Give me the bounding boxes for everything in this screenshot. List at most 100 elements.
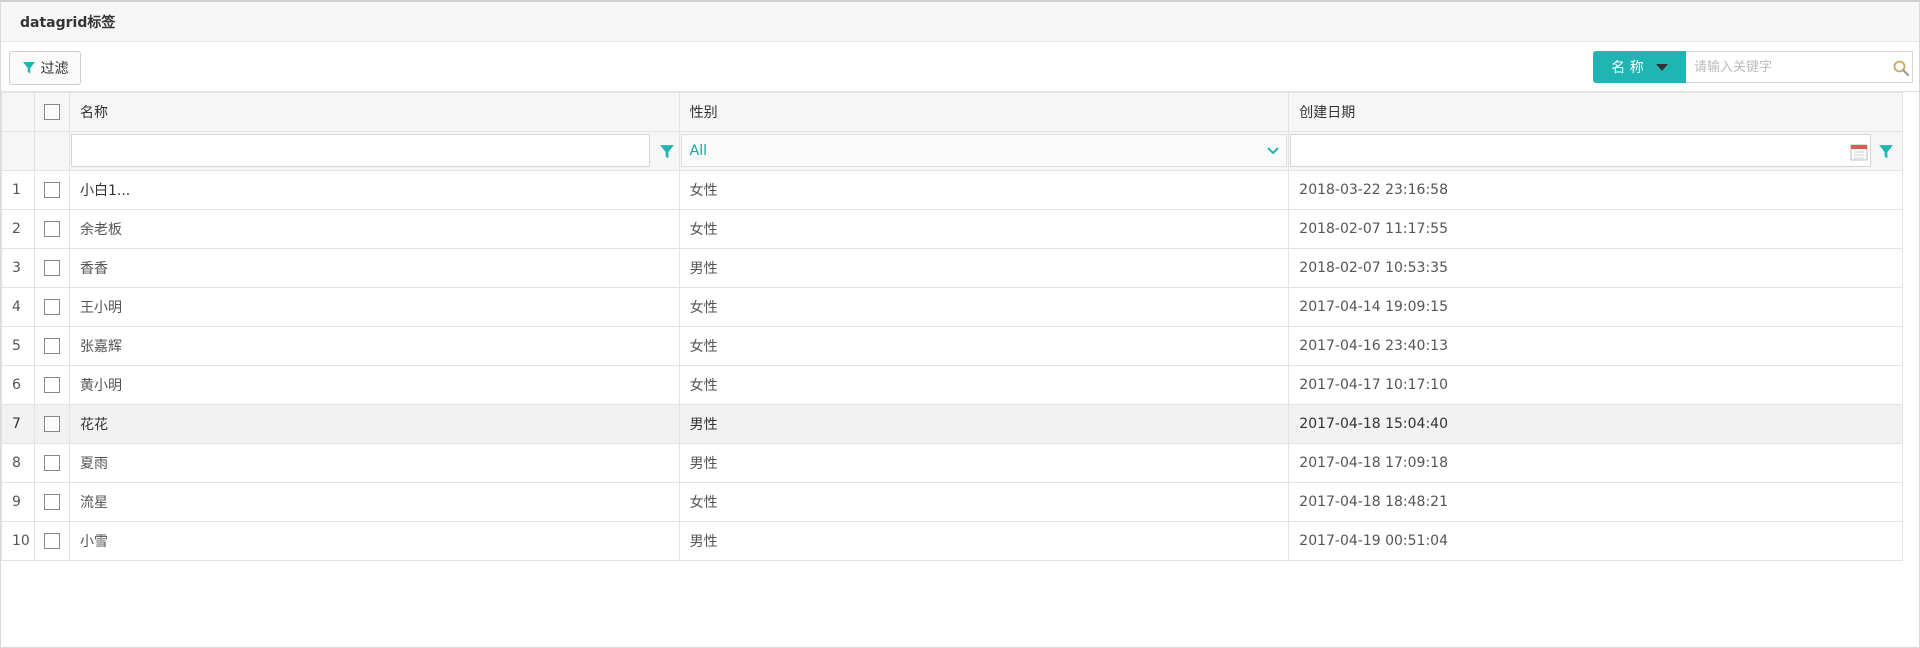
calendar-icon[interactable] <box>1850 143 1868 161</box>
table-row[interactable]: 1 小白1... 女性 2018-03-22 23:16:58 <box>1 170 1903 210</box>
row-checkbox-cell <box>33 287 70 327</box>
table-row[interactable]: 6 黄小明 女性 2017-04-17 10:17:10 <box>1 365 1903 405</box>
table-row[interactable]: 8 夏雨 男性 2017-04-18 17:09:18 <box>1 443 1903 483</box>
row-checkbox[interactable] <box>43 299 60 315</box>
toolbar: 过滤 名 称 <box>1 42 1919 92</box>
cell-sex: 女性 <box>678 170 1290 210</box>
cell-date: 2017-04-18 17:09:18 <box>1288 443 1903 483</box>
cell-sex: 男性 <box>678 248 1290 288</box>
table-row[interactable]: 3 香香 男性 2018-02-07 10:53:35 <box>1 248 1903 288</box>
cell-sex: 女性 <box>678 209 1290 249</box>
cell-name: 小白1... <box>68 170 680 210</box>
header-sex[interactable]: 性别 <box>678 92 1290 132</box>
row-checkbox[interactable] <box>43 455 60 471</box>
cell-date: 2017-04-19 00:51:04 <box>1288 521 1903 561</box>
row-index: 6 <box>1 365 35 405</box>
sex-filter-select[interactable]: All <box>680 134 1287 167</box>
datagrid-panel: datagrid标签 过滤 名 称 请输入关键字 名称 性别 创建日期 All … <box>0 0 1920 648</box>
cell-sex: 女性 <box>678 287 1290 327</box>
name-filter-cell <box>68 131 680 171</box>
row-index: 9 <box>1 482 35 522</box>
grid-body: 1 小白1... 女性 2018-03-22 23:16:58 2 余老板 女性… <box>1 170 1903 561</box>
filter-icon <box>22 62 35 74</box>
filter-button-label: 过滤 <box>40 61 69 77</box>
name-filter-input[interactable] <box>70 134 650 167</box>
row-checkbox[interactable] <box>43 533 60 549</box>
data-grid: 名称 性别 创建日期 All 1 小白1... 女性 2018-03-22 23… <box>1 92 1903 561</box>
cell-date: 2017-04-18 18:48:21 <box>1288 482 1903 522</box>
cell-name: 黄小明 <box>68 365 680 405</box>
cell-date: 2017-04-14 19:09:15 <box>1288 287 1903 327</box>
filter-checkbox-cell <box>33 131 70 171</box>
row-checkbox[interactable] <box>43 377 60 393</box>
cell-sex: 女性 <box>678 482 1290 522</box>
cell-sex: 女性 <box>678 365 1290 405</box>
filter-icon[interactable] <box>1878 144 1894 160</box>
table-row[interactable]: 5 张嘉辉 女性 2017-04-16 23:40:13 <box>1 326 1903 366</box>
table-row[interactable]: 7 花花 男性 2017-04-18 15:04:40 <box>1 404 1903 444</box>
header-row: 名称 性别 创建日期 <box>1 92 1903 132</box>
cell-date: 2017-04-18 15:04:40 <box>1288 404 1903 444</box>
date-filter-input[interactable] <box>1291 135 1871 166</box>
row-checkbox-cell <box>33 170 70 210</box>
header-index-cell <box>1 92 35 132</box>
row-checkbox-cell <box>33 365 70 405</box>
row-checkbox-cell <box>33 482 70 522</box>
row-checkbox[interactable] <box>43 494 60 510</box>
cell-date: 2017-04-17 10:17:10 <box>1288 365 1903 405</box>
row-index: 2 <box>1 209 35 249</box>
search-type-label: 名 称 <box>1611 60 1644 76</box>
cell-sex: 男性 <box>678 443 1290 483</box>
row-checkbox[interactable] <box>43 416 60 432</box>
cell-date: 2017-04-16 23:40:13 <box>1288 326 1903 366</box>
row-index: 4 <box>1 287 35 327</box>
row-checkbox-cell <box>33 248 70 288</box>
filter-icon[interactable] <box>659 144 675 160</box>
filter-button[interactable]: 过滤 <box>9 51 81 85</box>
row-checkbox-cell <box>33 521 70 561</box>
row-checkbox[interactable] <box>43 182 60 198</box>
cell-name: 香香 <box>68 248 680 288</box>
cell-name: 花花 <box>68 404 680 444</box>
panel-header: datagrid标签 <box>1 2 1919 42</box>
search-type-dropdown[interactable]: 名 称 <box>1593 51 1686 83</box>
cell-sex: 男性 <box>678 404 1290 444</box>
search-group: 名 称 <box>1593 51 1913 83</box>
table-row[interactable]: 9 流星 女性 2017-04-18 18:48:21 <box>1 482 1903 522</box>
cell-name: 小雪 <box>68 521 680 561</box>
row-checkbox[interactable] <box>43 221 60 237</box>
select-all-checkbox[interactable] <box>43 104 60 120</box>
cell-name: 余老板 <box>68 209 680 249</box>
row-checkbox-cell <box>33 404 70 444</box>
row-checkbox[interactable] <box>43 260 60 276</box>
table-row[interactable]: 2 余老板 女性 2018-02-07 11:17:55 <box>1 209 1903 249</box>
cell-name: 张嘉辉 <box>68 326 680 366</box>
row-checkbox-cell <box>33 443 70 483</box>
row-index: 3 <box>1 248 35 288</box>
table-row[interactable]: 10 小雪 男性 2017-04-19 00:51:04 <box>1 521 1903 561</box>
table-row[interactable]: 4 王小明 女性 2017-04-14 19:09:15 <box>1 287 1903 327</box>
row-index: 7 <box>1 404 35 444</box>
search-input-wrap <box>1686 51 1913 83</box>
cell-date: 2018-02-07 11:17:55 <box>1288 209 1903 249</box>
filter-index-cell <box>1 131 35 171</box>
cell-sex: 男性 <box>678 521 1290 561</box>
cell-date: 2018-02-07 10:53:35 <box>1288 248 1903 288</box>
cell-name: 王小明 <box>68 287 680 327</box>
search-icon[interactable] <box>1892 59 1910 77</box>
row-index: 10 <box>1 521 35 561</box>
caret-down-icon <box>1655 63 1668 71</box>
row-index: 1 <box>1 170 35 210</box>
panel-title: datagrid标签 <box>20 14 116 31</box>
row-index: 8 <box>1 443 35 483</box>
search-input[interactable] <box>1686 52 1912 82</box>
cell-name: 夏雨 <box>68 443 680 483</box>
sex-filter-cell: All <box>678 131 1290 171</box>
sex-filter-value: All <box>689 142 707 159</box>
header-date[interactable]: 创建日期 <box>1288 92 1903 132</box>
cell-date: 2018-03-22 23:16:58 <box>1288 170 1903 210</box>
cell-sex: 女性 <box>678 326 1290 366</box>
header-name[interactable]: 名称 <box>68 92 680 132</box>
cell-name: 流星 <box>68 482 680 522</box>
row-checkbox[interactable] <box>43 338 60 354</box>
